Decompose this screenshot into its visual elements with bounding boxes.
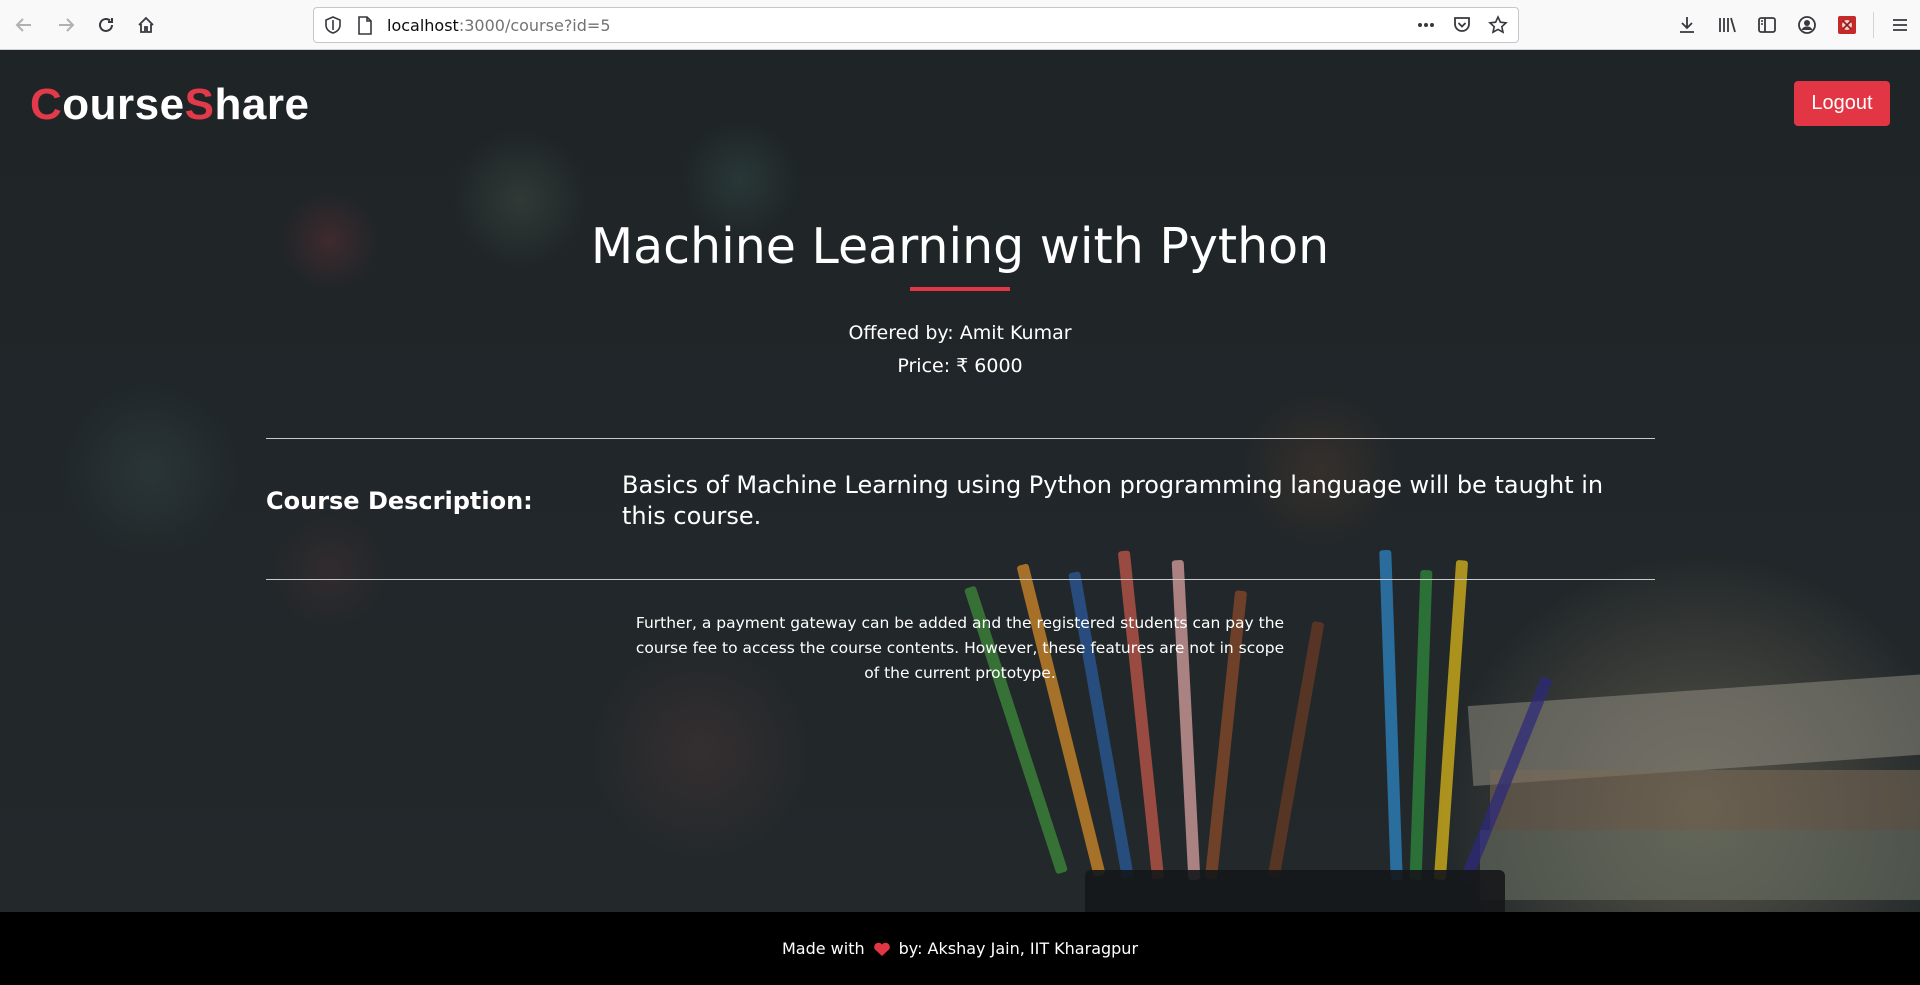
divider-top	[266, 438, 1655, 439]
menu-button[interactable]	[1880, 8, 1920, 42]
tracking-protection-shield-icon[interactable]	[324, 16, 342, 34]
back-button[interactable]	[7, 8, 41, 42]
background-pencil	[1409, 569, 1433, 881]
download-icon	[1680, 17, 1694, 33]
footer-made-with: Made with	[781, 939, 865, 958]
course-price: Price: ₹ 6000	[897, 355, 1023, 377]
downloads-button[interactable]	[1667, 8, 1707, 42]
toolbar-separator	[1873, 12, 1874, 38]
bookmark-star-icon	[1488, 15, 1508, 34]
background-pencil	[1171, 559, 1201, 881]
url-text[interactable]: localhost:3000/course?id=5	[387, 16, 611, 35]
back-arrow-icon	[15, 18, 31, 32]
extension-button[interactable]	[1827, 8, 1867, 42]
background-book	[1490, 770, 1920, 830]
brand-text-ourse: ourse	[62, 80, 185, 129]
url-bar[interactable]: localhost:3000/course?id=5	[313, 7, 1519, 43]
page-info-icon[interactable]	[357, 16, 373, 35]
brand-letter-c: C	[30, 80, 63, 129]
brand-logo[interactable]: CourseShare	[30, 80, 309, 130]
reload-icon	[99, 17, 113, 32]
prototype-note: Further, a payment gateway can be added …	[635, 614, 1285, 682]
bookmark-button[interactable]	[1488, 15, 1508, 35]
reload-button[interactable]	[89, 8, 123, 42]
browser-toolbar: localhost:3000/course?id=5	[0, 0, 1920, 50]
more-actions-button[interactable]	[1416, 15, 1436, 35]
background-pencil	[1433, 559, 1469, 881]
url-path: :3000/course?id=5	[458, 16, 611, 35]
pocket-button[interactable]	[1452, 15, 1472, 35]
title-underline	[910, 287, 1010, 291]
account-button[interactable]	[1787, 8, 1827, 42]
url-actions	[1416, 15, 1508, 35]
footer-credit: by: Akshay Jain, IIT Kharagpur	[898, 939, 1139, 958]
home-button[interactable]	[129, 8, 163, 42]
sidebar-icon	[1758, 17, 1776, 33]
brand-text-hare: hare	[214, 80, 310, 129]
account-icon	[1798, 16, 1816, 34]
hamburger-menu-icon	[1893, 19, 1907, 31]
logout-button[interactable]: Logout	[1794, 81, 1890, 126]
course-title: Machine Learning with Python	[590, 218, 1330, 275]
home-icon	[138, 16, 154, 33]
background-pencil	[1379, 549, 1403, 881]
heart-icon	[873, 942, 890, 956]
description-text: Basics of Machine Learning using Python …	[622, 471, 1604, 530]
toolbar-right	[1667, 8, 1920, 42]
url-host: localhost	[387, 16, 459, 35]
sidebar-button[interactable]	[1747, 8, 1787, 42]
footer: Made with by: Akshay Jain, IIT Kharagpur	[0, 912, 1920, 985]
pocket-icon	[1454, 17, 1470, 32]
background-book	[1480, 830, 1920, 900]
library-icon	[1719, 17, 1736, 33]
extension-icon	[1838, 16, 1856, 34]
divider-bottom	[266, 579, 1655, 580]
forward-arrow-icon	[59, 18, 75, 32]
more-actions-icon	[1418, 23, 1434, 27]
brand-letter-s: S	[184, 80, 215, 129]
course-instructor: Offered by: Amit Kumar	[848, 322, 1072, 344]
description-label: Course Description:	[266, 487, 533, 515]
background-pencil-cup	[1085, 870, 1505, 912]
forward-button[interactable]	[49, 8, 83, 42]
library-button[interactable]	[1707, 8, 1747, 42]
